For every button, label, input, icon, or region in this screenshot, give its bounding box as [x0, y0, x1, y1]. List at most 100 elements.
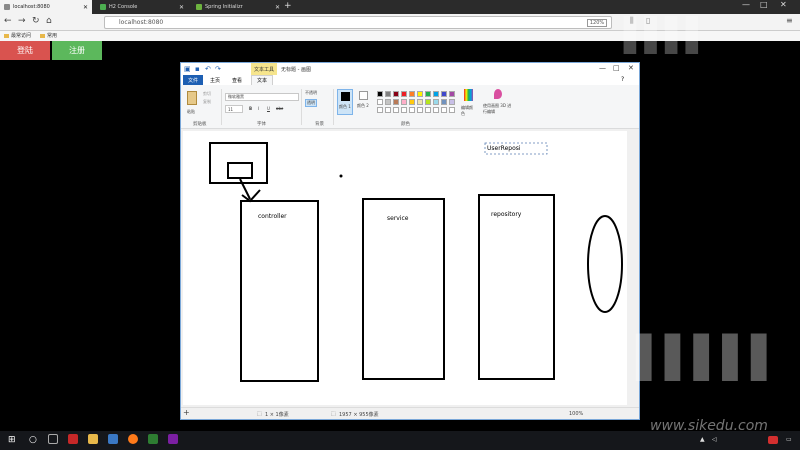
italic-button[interactable]: I: [258, 106, 259, 111]
notification-icon[interactable]: [768, 436, 778, 444]
home-icon[interactable]: ⌂: [46, 16, 52, 26]
palette-swatch-empty[interactable]: [433, 107, 439, 113]
folder-icon: [40, 33, 45, 38]
task-view-icon[interactable]: [48, 434, 58, 444]
drawing[interactable]: [183, 131, 627, 405]
redo-icon[interactable]: ↷: [215, 65, 221, 73]
close-window-button[interactable]: ✕: [780, 0, 787, 9]
tab-title: Spring Initializr: [205, 4, 243, 10]
palette-swatch[interactable]: [425, 91, 431, 97]
paint-canvas[interactable]: controller service repository UserReposi: [183, 131, 627, 405]
undo-icon[interactable]: ↶: [205, 65, 211, 73]
opaque-option[interactable]: 不透明: [305, 90, 317, 96]
windows-start-icon[interactable]: ⊞: [8, 435, 16, 445]
transparent-option[interactable]: 透明: [305, 99, 317, 107]
paint-maximize-button[interactable]: □: [613, 64, 620, 72]
palette-swatch[interactable]: [409, 91, 415, 97]
edit-colors-icon[interactable]: [464, 89, 473, 101]
palette-swatch-empty[interactable]: [449, 107, 455, 113]
palette-swatch-empty[interactable]: [425, 107, 431, 113]
palette-swatch[interactable]: [433, 91, 439, 97]
color1-selector[interactable]: 颜色 1: [337, 89, 353, 115]
palette-swatch[interactable]: [393, 91, 399, 97]
paint3d-button[interactable]: 使用画图 3D 进行编辑: [483, 103, 513, 115]
palette-swatch[interactable]: [425, 99, 431, 105]
palette-swatch[interactable]: [441, 99, 447, 105]
strikethrough-button[interactable]: abc: [276, 106, 283, 111]
menu-icon[interactable]: ≡: [786, 16, 793, 25]
palette-swatch[interactable]: [385, 99, 391, 105]
save-icon[interactable]: ▪: [195, 65, 200, 73]
font-size-select[interactable]: 11: [225, 105, 243, 113]
palette-swatch-empty[interactable]: [417, 107, 423, 113]
register-button[interactable]: 注册: [52, 41, 102, 60]
paste-icon[interactable]: [187, 91, 197, 105]
close-tab-icon[interactable]: ✕: [275, 4, 280, 11]
dot-mark: [339, 174, 343, 178]
reload-icon[interactable]: ↻: [32, 16, 40, 26]
palette-swatch[interactable]: [409, 99, 415, 105]
copy-button[interactable]: 复制: [203, 99, 211, 105]
cut-button[interactable]: 剪切: [203, 91, 211, 97]
font-name-select[interactable]: 微软雅黑: [225, 93, 299, 101]
textbox-content[interactable]: UserReposi: [487, 145, 521, 152]
palette-swatch-empty[interactable]: [409, 107, 415, 113]
new-tab-button[interactable]: +: [284, 1, 292, 11]
tab-h2-console[interactable]: H2 Console ✕: [96, 0, 188, 14]
tab-text[interactable]: 文本: [251, 75, 273, 85]
close-tab-icon[interactable]: ✕: [83, 4, 88, 11]
palette-swatch-empty[interactable]: [401, 107, 407, 113]
bookmark-most-visited[interactable]: 最常访问: [4, 32, 31, 39]
paint-minimize-button[interactable]: —: [599, 64, 606, 72]
tab-home[interactable]: 主页: [205, 75, 225, 85]
tab-title: localhost:8080: [13, 4, 50, 10]
zoom-level[interactable]: 120%: [587, 19, 607, 27]
palette-swatch[interactable]: [377, 99, 383, 105]
paint-close-button[interactable]: ✕: [628, 64, 634, 72]
palette-swatch[interactable]: [401, 91, 407, 97]
file-explorer-icon[interactable]: [88, 434, 98, 444]
palette-swatch[interactable]: [377, 91, 383, 97]
palette-swatch[interactable]: [449, 91, 455, 97]
palette-swatch-empty[interactable]: [441, 107, 447, 113]
url-bar[interactable]: localhost:8080 120%: [104, 16, 612, 29]
bookmark-common[interactable]: 常用: [40, 32, 57, 39]
palette-swatch-empty[interactable]: [385, 107, 391, 113]
app-icon[interactable]: [68, 434, 78, 444]
tab-file[interactable]: 文件: [183, 75, 203, 85]
palette-swatch[interactable]: [417, 91, 423, 97]
palette-swatch-empty[interactable]: [393, 107, 399, 113]
paint3d-icon[interactable]: [494, 89, 502, 99]
back-arrow-icon[interactable]: ←: [4, 16, 12, 26]
bold-button[interactable]: B: [249, 106, 252, 111]
palette-swatch[interactable]: [401, 99, 407, 105]
app-icon[interactable]: [108, 434, 118, 444]
tab-view[interactable]: 查看: [227, 75, 247, 85]
close-tab-icon[interactable]: ✕: [179, 4, 184, 11]
palette-swatch-empty[interactable]: [377, 107, 383, 113]
minimize-button[interactable]: —: [742, 0, 750, 9]
tab-localhost[interactable]: localhost:8080 ✕: [0, 0, 92, 14]
maximize-button[interactable]: □: [760, 0, 768, 9]
palette-swatch[interactable]: [433, 99, 439, 105]
search-icon[interactable]: ○: [29, 435, 37, 445]
underline-button[interactable]: U: [267, 106, 270, 111]
forward-arrow-icon[interactable]: →: [18, 16, 26, 26]
palette-swatch[interactable]: [417, 99, 423, 105]
palette-swatch[interactable]: [385, 91, 391, 97]
login-button[interactable]: 登陆: [0, 41, 50, 60]
edit-colors-button[interactable]: 编辑颜色: [461, 105, 475, 117]
browser-tab-bar: localhost:8080 ✕ H2 Console ✕ Spring Ini…: [0, 0, 800, 14]
palette-swatch[interactable]: [449, 99, 455, 105]
action-center-icon[interactable]: ▭: [786, 436, 792, 443]
help-icon[interactable]: ?: [621, 76, 624, 83]
tab-spring-initializr[interactable]: Spring Initializr ✕: [192, 0, 284, 14]
paste-button[interactable]: 粘贴: [187, 109, 195, 115]
palette-swatch[interactable]: [441, 91, 447, 97]
firefox-icon[interactable]: [128, 434, 138, 444]
color2-selector[interactable]: 颜色 2: [356, 89, 372, 115]
paint-app-taskbar-icon[interactable]: [168, 434, 178, 444]
app-icon[interactable]: [148, 434, 158, 444]
palette-swatch[interactable]: [393, 99, 399, 105]
bookmark-label: 最常访问: [11, 33, 32, 39]
